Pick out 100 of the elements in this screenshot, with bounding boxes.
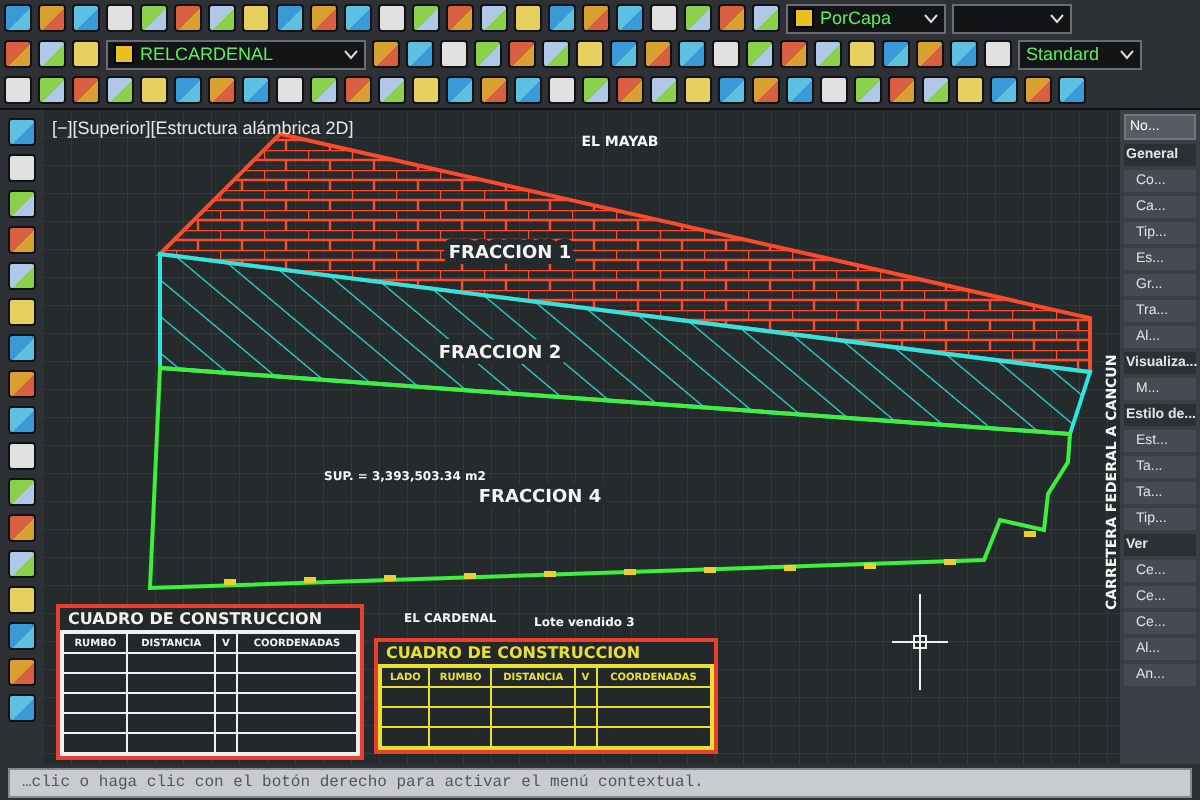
toolbar-icon[interactable] <box>548 4 576 32</box>
toolbar-icon[interactable] <box>4 4 32 32</box>
toolbar-icon[interactable] <box>752 4 780 32</box>
toolbar-icon[interactable] <box>888 76 916 104</box>
toolbar-icon[interactable] <box>38 4 66 32</box>
toolbar-icon[interactable] <box>446 76 474 104</box>
tool-icon[interactable] <box>8 154 36 182</box>
toolbar-icon[interactable] <box>412 4 440 32</box>
tool-icon[interactable] <box>8 190 36 218</box>
toolbar-icon[interactable] <box>752 76 780 104</box>
toolbar-icon[interactable] <box>174 76 202 104</box>
toolbar-icon[interactable] <box>378 4 406 32</box>
tool-icon[interactable] <box>8 442 36 470</box>
toolbar-icon[interactable] <box>542 40 570 68</box>
toolbar-icon[interactable] <box>1024 76 1052 104</box>
toolbar-icon[interactable] <box>712 40 740 68</box>
toolbar-icon[interactable] <box>922 76 950 104</box>
toolbar-icon[interactable] <box>616 76 644 104</box>
tool-icon[interactable] <box>8 694 36 722</box>
toolbar-icon[interactable] <box>786 76 814 104</box>
toolbar-icon[interactable] <box>684 4 712 32</box>
toolbar-icon[interactable] <box>106 76 134 104</box>
tool-icon[interactable] <box>8 226 36 254</box>
toolbar-icon[interactable] <box>582 4 610 32</box>
toolbar-icon[interactable] <box>990 76 1018 104</box>
toolbar-icon[interactable] <box>38 76 66 104</box>
toolbar-icon[interactable] <box>854 76 882 104</box>
toolbar-icon[interactable] <box>4 40 32 68</box>
toolbar-icon[interactable] <box>616 4 644 32</box>
tool-icon[interactable] <box>8 370 36 398</box>
toolbar-icon[interactable] <box>372 40 400 68</box>
toolbar-icon[interactable] <box>956 76 984 104</box>
tool-icon[interactable] <box>8 334 36 362</box>
toolbar-icon[interactable] <box>644 40 672 68</box>
tool-icon[interactable] <box>8 262 36 290</box>
toolbar-icon[interactable] <box>480 76 508 104</box>
linetype-dropdown[interactable] <box>952 3 1072 33</box>
toolbar-icon[interactable] <box>984 40 1012 68</box>
toolbar-icon[interactable] <box>242 4 270 32</box>
toolbar-icon[interactable] <box>718 4 746 32</box>
toolbar-icon[interactable] <box>582 76 610 104</box>
toolbar-icon[interactable] <box>208 4 236 32</box>
toolbar-icon[interactable] <box>548 76 576 104</box>
toolbar-icon[interactable] <box>72 4 100 32</box>
color-dropdown[interactable]: PorCapa <box>786 3 946 33</box>
toolbar-icon[interactable] <box>140 4 168 32</box>
toolbar-icon[interactable] <box>440 40 468 68</box>
toolbar-icon[interactable] <box>242 76 270 104</box>
toolbar-icon[interactable] <box>412 76 440 104</box>
toolbar-icon[interactable] <box>276 76 304 104</box>
tool-icon[interactable] <box>8 586 36 614</box>
toolbar-icon[interactable] <box>746 40 774 68</box>
toolbar-icon[interactable] <box>684 76 712 104</box>
toolbar-icon[interactable] <box>514 4 542 32</box>
toolbar-icon[interactable] <box>882 40 910 68</box>
tool-icon[interactable] <box>8 622 36 650</box>
toolbar-icon[interactable] <box>718 76 746 104</box>
toolbar-icon[interactable] <box>4 76 32 104</box>
toolbar-icon[interactable] <box>174 4 202 32</box>
toolbar-icon[interactable] <box>378 76 406 104</box>
toolbar-icon[interactable] <box>344 76 372 104</box>
toolbar-icon[interactable] <box>344 4 372 32</box>
caret-icon <box>1050 13 1064 23</box>
toolbar-icon[interactable] <box>474 40 502 68</box>
toolbar-icon[interactable] <box>820 76 848 104</box>
toolbar-icon[interactable] <box>950 40 978 68</box>
tool-icon[interactable] <box>8 118 36 146</box>
toolbar-icon[interactable] <box>678 40 706 68</box>
toolbar-icon[interactable] <box>916 40 944 68</box>
toolbar-icon[interactable] <box>650 4 678 32</box>
toolbar-icon[interactable] <box>106 4 134 32</box>
toolbar-icon[interactable] <box>208 76 236 104</box>
tool-icon[interactable] <box>8 478 36 506</box>
style-dropdown[interactable]: Standard <box>1018 39 1142 69</box>
tool-icon[interactable] <box>8 298 36 326</box>
tool-icon[interactable] <box>8 550 36 578</box>
viewport-label[interactable]: [−][Superior][Estructura alámbrica 2D] <box>52 118 354 138</box>
toolbar-icon[interactable] <box>446 4 474 32</box>
tool-icon[interactable] <box>8 658 36 686</box>
toolbar-icon[interactable] <box>38 40 66 68</box>
toolbar-icon[interactable] <box>610 40 638 68</box>
toolbar-icon[interactable] <box>650 76 678 104</box>
toolbar-icon[interactable] <box>514 76 542 104</box>
toolbar-icon[interactable] <box>480 4 508 32</box>
toolbar-icon[interactable] <box>72 40 100 68</box>
toolbar-icon[interactable] <box>276 4 304 32</box>
layer-dropdown[interactable]: RELCARDENAL <box>106 39 366 69</box>
tool-icon[interactable] <box>8 406 36 434</box>
toolbar-icon[interactable] <box>140 76 168 104</box>
toolbar-icon[interactable] <box>406 40 434 68</box>
toolbar-icon[interactable] <box>310 4 338 32</box>
tool-icon[interactable] <box>8 514 36 542</box>
toolbar-icon[interactable] <box>508 40 536 68</box>
toolbar-icon[interactable] <box>780 40 808 68</box>
toolbar-icon[interactable] <box>72 76 100 104</box>
toolbar-icon[interactable] <box>814 40 842 68</box>
toolbar-icon[interactable] <box>310 76 338 104</box>
toolbar-icon[interactable] <box>848 40 876 68</box>
toolbar-icon[interactable] <box>576 40 604 68</box>
toolbar-icon[interactable] <box>1058 76 1086 104</box>
